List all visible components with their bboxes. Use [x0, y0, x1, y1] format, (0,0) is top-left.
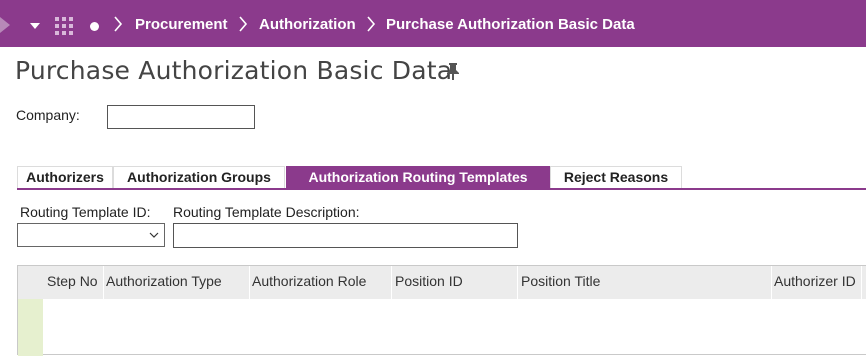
column-separator[interactable]: [861, 266, 862, 299]
routing-template-id-select[interactable]: [17, 223, 165, 247]
nav-arrow-icon[interactable]: [0, 17, 10, 33]
breadcrumb-procurement[interactable]: Procurement: [135, 16, 228, 33]
column-authorizer-id[interactable]: Authorizer ID: [774, 266, 856, 299]
column-separator[interactable]: [103, 266, 104, 299]
chevron-right-icon: [367, 16, 376, 32]
menu-caret-icon[interactable]: [30, 23, 40, 29]
app-grid-icon[interactable]: [54, 16, 74, 36]
column-authorization-type[interactable]: Authorization Type: [106, 266, 222, 299]
page-title: Purchase Authorization Basic Data: [15, 56, 453, 85]
dropdown-caret-icon[interactable]: [149, 230, 159, 240]
tab-reject-reasons[interactable]: Reject Reasons: [550, 166, 682, 188]
column-position-title[interactable]: Position Title: [521, 266, 600, 299]
routing-steps-table: Step No Authorization Type Authorization…: [17, 265, 866, 356]
company-label: Company:: [16, 107, 80, 123]
chevron-right-icon: [239, 16, 248, 32]
routing-template-id-label: Routing Template ID:: [20, 204, 151, 220]
column-separator[interactable]: [517, 266, 518, 299]
column-separator[interactable]: [249, 266, 250, 299]
tab-authorization-routing-templates[interactable]: Authorization Routing Templates: [286, 166, 550, 188]
home-dot-icon[interactable]: [90, 22, 99, 31]
column-step-no[interactable]: Step No: [47, 266, 98, 299]
routing-template-description-input[interactable]: [173, 223, 518, 248]
breadcrumb-current-page[interactable]: Purchase Authorization Basic Data: [386, 16, 635, 33]
tab-bar: Authorizers Authorization Groups Authori…: [17, 166, 866, 190]
routing-template-description-label: Routing Template Description:: [173, 204, 360, 220]
company-input[interactable]: [107, 105, 255, 129]
breadcrumb-authorization[interactable]: Authorization: [259, 16, 356, 33]
tab-authorizers[interactable]: Authorizers: [17, 166, 113, 188]
column-separator[interactable]: [391, 266, 392, 299]
tab-underline: [17, 188, 866, 190]
column-position-id[interactable]: Position ID: [395, 266, 463, 299]
pin-icon[interactable]: [444, 61, 462, 81]
tab-authorization-groups[interactable]: Authorization Groups: [113, 166, 285, 188]
column-authorization-role[interactable]: Authorization Role: [252, 266, 366, 299]
row-selector-column[interactable]: [18, 299, 43, 356]
column-separator[interactable]: [771, 266, 772, 299]
top-navigation-bar: Procurement Authorization Purchase Autho…: [0, 0, 866, 47]
table-header: Step No Authorization Type Authorization…: [18, 266, 866, 299]
chevron-right-icon: [114, 16, 123, 32]
